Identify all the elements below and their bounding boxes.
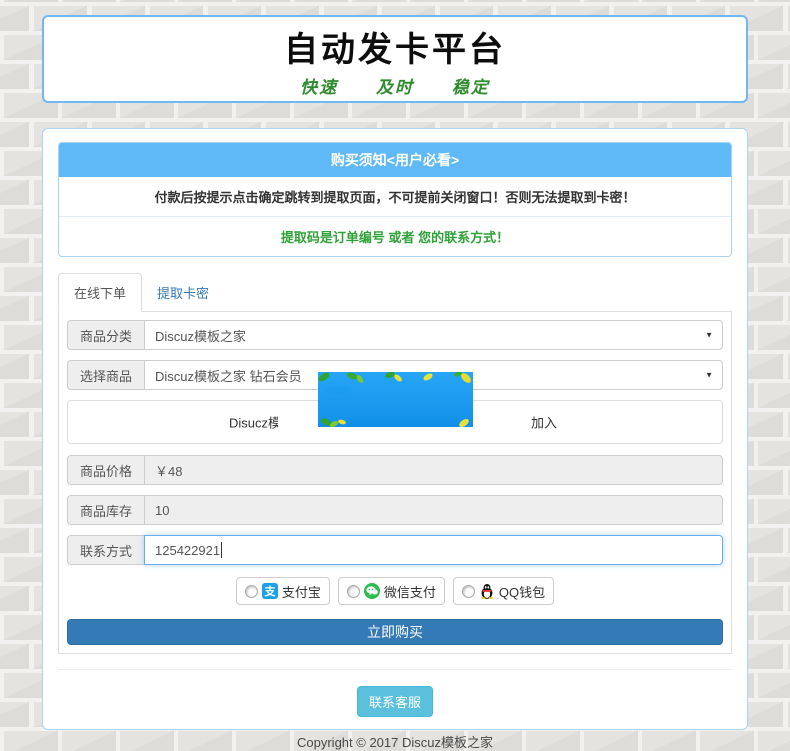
- contact-service-button[interactable]: 联系客服: [357, 686, 433, 717]
- contact-label: 联系方式: [67, 535, 144, 565]
- tab-extract-card[interactable]: 提取卡密: [142, 274, 224, 311]
- category-row: 商品分类 Discuz模板之家 ▼: [67, 320, 723, 350]
- pay-option-wechat[interactable]: 微信支付: [338, 577, 445, 605]
- stock-row: 商品库存 10: [67, 495, 723, 525]
- alipay-icon: 支: [262, 583, 278, 599]
- contact-value: 125422921: [155, 543, 220, 558]
- order-tabs: 在线下单 提取卡密: [58, 273, 732, 312]
- order-form: 商品分类 Discuz模板之家 ▼ 选择商品 Discuz模板之家 钻石会员 ▼…: [58, 312, 732, 654]
- notice-warning-text: 付款后按提示点击确定跳转到提取页面，不可提前关闭窗口！否则无法提取到卡密！: [59, 177, 731, 217]
- price-field: ￥48: [144, 455, 723, 485]
- stock-value: 10: [155, 503, 169, 518]
- contact-row: 联系方式 125422921: [67, 535, 723, 565]
- product-banner-image: [318, 372, 473, 427]
- payment-methods: 支 支付宝 微信支付: [67, 577, 723, 605]
- site-header: 自动发卡平台 快速 及时 稳定: [42, 15, 748, 103]
- copyright-text: Copyright © 2017 Discuz模板之家: [43, 732, 747, 751]
- pay-label-alipay: 支付宝: [282, 582, 321, 601]
- qq-radio[interactable]: [462, 585, 475, 598]
- notice-title: 购买须知<用户必看>: [59, 143, 731, 177]
- page-background: { "header": { "title": "自动发卡平台", "subtit…: [0, 0, 790, 750]
- alipay-radio[interactable]: [245, 585, 258, 598]
- category-value: Discuz模板之家: [155, 326, 246, 345]
- purchase-notice: 购买须知<用户必看> 付款后按提示点击确定跳转到提取页面，不可提前关闭窗口！否则…: [58, 142, 732, 257]
- description-right-fragment: 】加入: [528, 413, 562, 432]
- tab-online-order[interactable]: 在线下单: [58, 273, 142, 312]
- buy-now-button[interactable]: 立即购买: [67, 619, 723, 645]
- stock-field: 10: [144, 495, 723, 525]
- product-label: 选择商品: [67, 360, 144, 390]
- category-label: 商品分类: [67, 320, 144, 350]
- chevron-down-icon: ▼: [705, 371, 713, 380]
- qq-icon: [479, 583, 495, 599]
- pay-option-alipay[interactable]: 支 支付宝: [236, 577, 330, 605]
- product-value: Discuz模板之家 钻石会员: [155, 366, 302, 385]
- site-title: 自动发卡平台: [44, 30, 746, 70]
- price-label: 商品价格: [67, 455, 144, 485]
- chevron-down-icon: ▼: [705, 331, 713, 340]
- pay-label-qq: QQ钱包: [499, 582, 545, 601]
- price-value: ￥48: [155, 461, 182, 480]
- footer-divider: [58, 669, 732, 670]
- text-caret: [221, 542, 222, 558]
- notice-extract-code-text: 提取码是订单编号 或者 您的联系方式！: [59, 217, 731, 256]
- price-row: 商品价格 ￥48: [67, 455, 723, 485]
- wechat-radio[interactable]: [347, 585, 360, 598]
- main-panel: 购买须知<用户必看> 付款后按提示点击确定跳转到提取页面，不可提前关闭窗口！否则…: [42, 128, 748, 730]
- svg-text:支: 支: [263, 584, 276, 598]
- contact-input[interactable]: 125422921: [144, 535, 723, 565]
- wechat-icon: [364, 583, 380, 599]
- category-select[interactable]: Discuz模板之家 ▼: [144, 320, 723, 350]
- stock-label: 商品库存: [67, 495, 144, 525]
- description-left-fragment: Disucz模: [229, 413, 278, 432]
- pay-option-qq[interactable]: QQ钱包: [453, 577, 554, 605]
- site-subtitle: 快速 及时 稳定: [44, 73, 746, 98]
- pay-label-wechat: 微信支付: [384, 582, 436, 601]
